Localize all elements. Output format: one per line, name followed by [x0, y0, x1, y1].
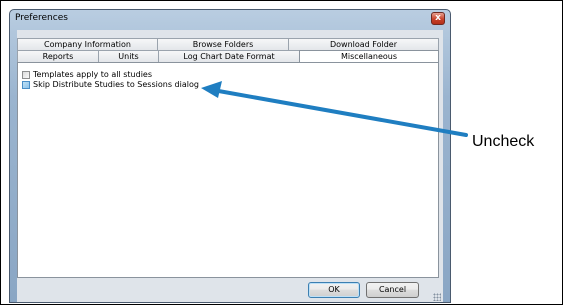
- resize-grip-icon[interactable]: [433, 293, 441, 301]
- dialog-client-area: Company Information Browse Folders Downl…: [17, 30, 443, 302]
- miscellaneous-panel: Templates apply to all studies Skip Dist…: [17, 62, 439, 278]
- tab-reports[interactable]: Reports: [17, 50, 99, 62]
- title-bar[interactable]: Preferences x: [10, 10, 450, 30]
- annotation-label: Uncheck: [472, 133, 535, 150]
- preferences-dialog: Preferences x Company Information Browse…: [9, 9, 451, 303]
- skip-distribute-label: Skip Distribute Studies to Sessions dial…: [33, 80, 199, 89]
- templates-apply-label: Templates apply to all studies: [33, 70, 153, 79]
- tab-company-information[interactable]: Company Information: [17, 38, 158, 50]
- option-skip-distribute[interactable]: Skip Distribute Studies to Sessions dial…: [22, 79, 199, 90]
- dialog-title: Preferences: [15, 13, 68, 23]
- skip-distribute-checkbox[interactable]: [22, 80, 30, 89]
- tab-log-chart-date-format[interactable]: Log Chart Date Format: [158, 50, 300, 62]
- tab-row-back: Company Information Browse Folders Downl…: [17, 38, 439, 50]
- tab-browse-folders[interactable]: Browse Folders: [157, 38, 289, 50]
- close-button[interactable]: x: [431, 12, 445, 25]
- tab-download-folder[interactable]: Download Folder: [288, 38, 439, 50]
- tab-row-front: Reports Units Log Chart Date Format Misc…: [17, 50, 439, 63]
- templates-apply-checkbox[interactable]: [22, 70, 30, 79]
- tab-units[interactable]: Units: [98, 50, 159, 62]
- cancel-button[interactable]: Cancel: [366, 282, 419, 298]
- ok-button[interactable]: OK: [308, 282, 360, 298]
